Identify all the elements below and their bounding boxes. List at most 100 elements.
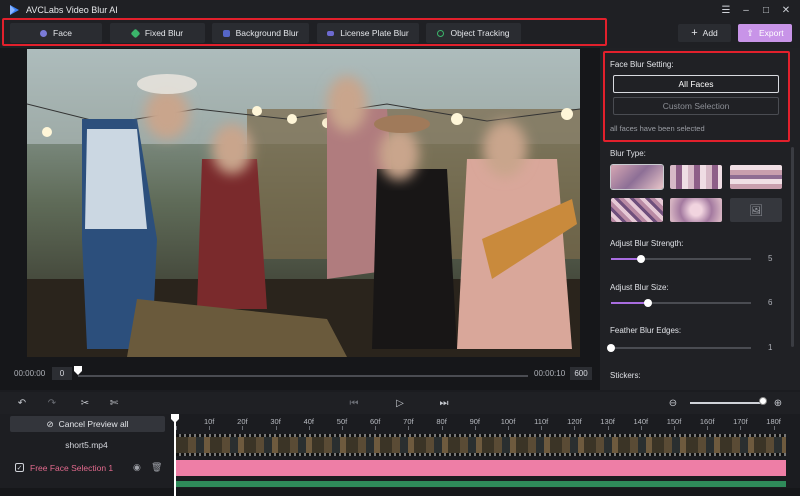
ruler-tick bbox=[508, 426, 509, 430]
ruler-tick bbox=[773, 426, 775, 430]
blur-size-fill bbox=[611, 302, 648, 304]
blur-size-knob[interactable] bbox=[644, 299, 652, 307]
zoom-out-icon[interactable]: ⊖ bbox=[667, 397, 679, 409]
add-label: Add bbox=[702, 28, 718, 38]
ruler-label: 100f bbox=[500, 417, 516, 426]
timeline-toolbar: ↶ ↷ ✂ ✄ ⏮ ▷ ⏭ ⊖ ⊕ bbox=[0, 392, 800, 414]
seek-track[interactable] bbox=[78, 375, 528, 377]
minimize-icon[interactable]: – bbox=[738, 3, 754, 17]
feather-edges-slider[interactable] bbox=[607, 344, 751, 352]
video-filmstrip[interactable] bbox=[176, 434, 786, 456]
custom-selection-button[interactable]: Custom Selection bbox=[613, 97, 779, 115]
add-image-icon: 🖼 bbox=[749, 204, 763, 217]
ruler-tick bbox=[275, 426, 277, 430]
all-faces-button[interactable]: All Faces bbox=[613, 75, 779, 93]
blur-strength-knob[interactable] bbox=[637, 255, 645, 263]
zoom-in-icon[interactable]: ⊕ bbox=[772, 397, 784, 409]
frame-start-field[interactable]: 0 bbox=[52, 367, 72, 380]
timeline-ruler[interactable]: 10f 20f 30f 40f 50f 60f 70f 80f 90f 100f 110f 120f 1… bbox=[173, 414, 793, 430]
ruler-label: 80f bbox=[436, 417, 447, 426]
title-bar: AVCLabs Video Blur AI ☰ – □ ✕ bbox=[0, 0, 800, 20]
blur-strength-label: Adjust Blur Strength: bbox=[610, 239, 684, 248]
blur-type-gaussian[interactable] bbox=[610, 164, 664, 190]
ruler-label: 180f bbox=[766, 417, 781, 426]
app-title: AVCLabs Video Blur AI bbox=[26, 5, 118, 15]
blur-strength-value: 5 bbox=[768, 254, 773, 263]
split-icon[interactable]: ✂ bbox=[79, 397, 91, 409]
face-blur-setting-title: Face Blur Setting: bbox=[610, 60, 674, 69]
ruler-label: 50f bbox=[336, 417, 348, 426]
frame-end-field[interactable]: 600 bbox=[570, 367, 592, 380]
feather-edges-value: 1 bbox=[768, 343, 773, 352]
add-button[interactable]: + Add bbox=[678, 24, 731, 42]
delete-icon[interactable]: 🗑 bbox=[151, 462, 162, 473]
ruler-label: 120f bbox=[567, 417, 582, 426]
ruler-label: 30f bbox=[270, 417, 281, 426]
preview-area: 00:00:00 0 00:00:10 600 bbox=[0, 48, 600, 390]
cut-icon[interactable]: ✄ bbox=[108, 397, 120, 409]
ruler-tick bbox=[209, 426, 211, 430]
ruler-label: 150f bbox=[666, 417, 682, 426]
video-preview[interactable] bbox=[27, 49, 580, 357]
ruler-label: 10f bbox=[203, 417, 215, 426]
app-logo-icon bbox=[10, 5, 19, 15]
blur-size-label: Adjust Blur Size: bbox=[610, 283, 669, 292]
zoom-slider[interactable] bbox=[690, 402, 764, 404]
track-checkbox[interactable]: ✓ bbox=[15, 463, 24, 472]
blur-type-mosaic[interactable] bbox=[670, 165, 722, 189]
ruler-label: 160f bbox=[699, 417, 715, 426]
ruler-tick bbox=[574, 426, 576, 430]
seek-handle[interactable] bbox=[74, 366, 82, 375]
next-frame-icon[interactable]: ⏭ bbox=[438, 397, 450, 409]
eye-off-icon: ⊘ bbox=[46, 418, 54, 429]
stickers-label: Stickers: bbox=[610, 371, 641, 380]
plus-icon: + bbox=[691, 27, 698, 39]
feather-edges-label: Feather Blur Edges: bbox=[610, 326, 682, 335]
redo-icon[interactable]: ↷ bbox=[46, 397, 58, 409]
track-name: Free Face Selection 1 bbox=[30, 463, 114, 473]
blur-size-value: 6 bbox=[768, 298, 773, 307]
blur-type-glass[interactable] bbox=[670, 198, 722, 222]
zoom-knob[interactable] bbox=[759, 397, 767, 405]
ruler-label: 140f bbox=[633, 417, 649, 426]
cancel-preview-label: Cancel Preview all bbox=[58, 419, 129, 429]
blur-type-pixel[interactable] bbox=[730, 165, 782, 189]
export-label: Export bbox=[758, 28, 784, 38]
ruler-tick bbox=[441, 426, 443, 430]
add-image-button[interactable]: 🖼 bbox=[730, 198, 782, 222]
ruler-tick bbox=[707, 426, 709, 430]
settings-scrollbar[interactable] bbox=[791, 147, 794, 347]
maximize-icon[interactable]: □ bbox=[758, 3, 774, 17]
video-frame-image bbox=[27, 49, 580, 357]
tools-highlight-frame bbox=[2, 18, 607, 46]
close-icon[interactable]: ✕ bbox=[778, 3, 794, 17]
seek-bar-row: 00:00:00 0 00:00:10 600 bbox=[0, 364, 600, 384]
export-icon: ⇪ bbox=[746, 27, 754, 38]
ruler-tick bbox=[740, 426, 742, 430]
ruler-label: 40f bbox=[303, 417, 315, 426]
ruler-tick bbox=[674, 426, 675, 430]
track-row[interactable]: ✓ Free Face Selection 1 ◉ 🗑 bbox=[0, 460, 173, 476]
ruler-tick bbox=[176, 426, 177, 430]
ruler-tick bbox=[242, 426, 244, 430]
face-selection-track-bar[interactable] bbox=[176, 460, 786, 476]
ruler-label: 70f bbox=[403, 417, 414, 426]
feather-edges-knob[interactable] bbox=[607, 344, 615, 352]
export-button[interactable]: ⇪ Export bbox=[738, 24, 792, 42]
visibility-icon[interactable]: ◉ bbox=[133, 462, 141, 473]
ruler-tick bbox=[342, 426, 343, 430]
undo-icon[interactable]: ↶ bbox=[16, 397, 28, 409]
time-start: 00:00:00 bbox=[14, 369, 46, 378]
blur-strength-slider[interactable] bbox=[611, 255, 751, 263]
ruler-label: 90f bbox=[469, 417, 481, 426]
secondary-track-bar[interactable] bbox=[176, 481, 786, 487]
menu-icon[interactable]: ☰ bbox=[718, 3, 734, 17]
playhead-line[interactable] bbox=[174, 414, 176, 496]
blur-size-slider[interactable] bbox=[611, 299, 751, 307]
blur-type-brush[interactable] bbox=[611, 198, 663, 222]
cancel-preview-button[interactable]: ⊘ Cancel Preview all bbox=[10, 416, 165, 432]
horizontal-scrollbar[interactable] bbox=[0, 488, 800, 496]
ruler-tick bbox=[408, 426, 410, 430]
play-icon[interactable]: ▷ bbox=[394, 397, 406, 409]
previous-frame-icon[interactable]: ⏮ bbox=[348, 397, 360, 409]
